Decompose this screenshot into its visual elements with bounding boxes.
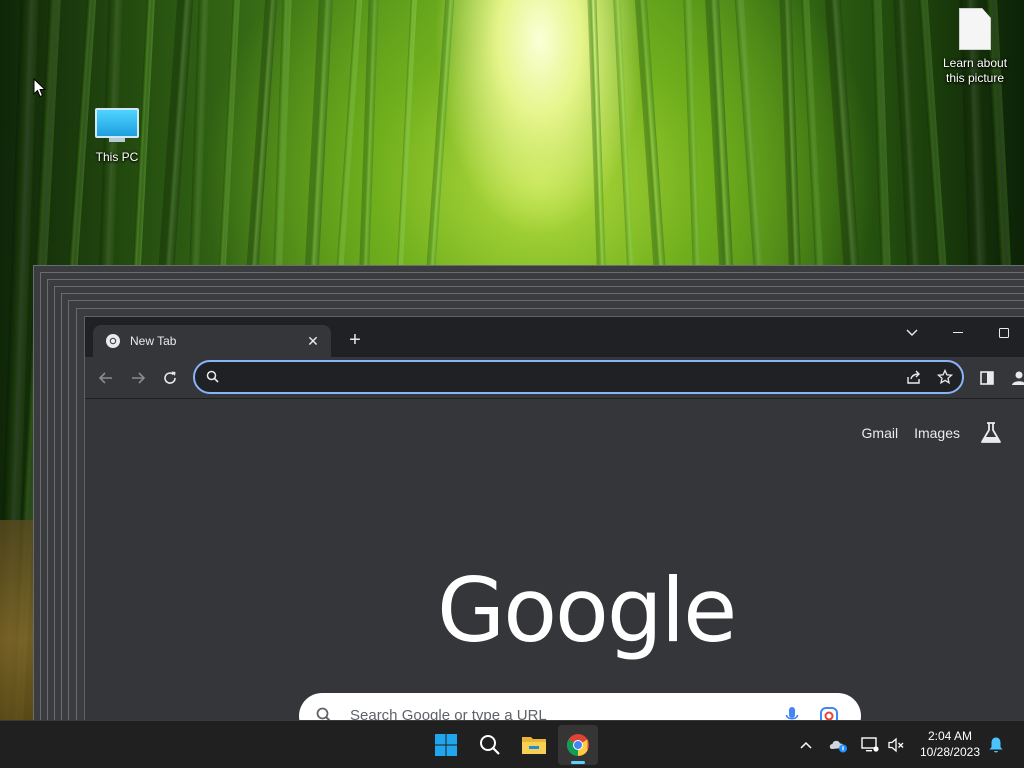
document-icon [959,8,991,50]
chrome-icon [106,334,120,348]
share-icon[interactable] [905,369,923,385]
search-icon [206,370,219,383]
browser-toolbar [85,357,1024,399]
labs-flask-icon[interactable] [980,421,1002,445]
ntp-search-box[interactable]: Search Google or type a URL [299,693,861,720]
chrome-window: New Tab ✕ + Gmail Images Google Search G… [84,316,1024,720]
show-hidden-icons-chevron-up-icon[interactable] [796,735,816,755]
side-panel-button[interactable] [973,365,1001,391]
desktop-icon-label: Learn about this picture [942,56,1008,85]
google-logo: Google [437,559,737,662]
profile-icon [1012,371,1024,385]
microphone-icon[interactable] [785,706,799,720]
back-button[interactable] [92,365,120,391]
active-app-indicator [571,761,585,764]
desktop-icon-this-pc[interactable]: This PC [79,108,155,165]
back-arrow-icon [98,372,112,384]
tab-title: New Tab [130,334,177,348]
taskbar-search-button[interactable] [470,725,510,765]
start-button[interactable] [426,725,466,765]
bookmark-star-icon[interactable] [937,369,953,385]
gmail-link[interactable]: Gmail [862,425,899,441]
google-lens-icon[interactable] [819,706,839,720]
file-explorer-icon [522,737,546,754]
desktop-icon-label: This PC [95,150,139,164]
chrome-taskbar-button[interactable] [558,725,598,765]
search-icon [480,735,500,755]
search-icon [316,707,331,720]
volume-muted-icon[interactable] [886,735,906,755]
notification-bell-icon[interactable] [986,735,1006,755]
maximize-button[interactable] [981,317,1024,349]
address-input[interactable] [229,366,889,388]
profile-button[interactable] [1005,365,1024,391]
taskbar-clock[interactable]: 2:04 AM 10/28/2023 [912,728,988,760]
reload-icon [164,371,176,384]
this-pc-icon [95,108,139,138]
clock-date: 10/28/2023 [919,745,981,759]
clock-time: 2:04 AM [927,729,973,743]
minimize-button[interactable] [935,317,981,349]
ntp-header-links: Gmail Images [846,421,1002,445]
forward-button[interactable] [124,365,152,391]
tab-new-tab[interactable]: New Tab ✕ [93,325,331,357]
side-panel-icon [980,371,994,385]
network-icon[interactable] [860,735,880,755]
new-tab-page: Gmail Images Google Search Google or typ… [85,399,1024,720]
tab-search-chevron-icon[interactable] [889,317,935,349]
taskbar: 2:04 AM 10/28/2023 [0,720,1024,768]
start-icon [435,734,457,756]
forward-arrow-icon [132,372,146,384]
images-link[interactable]: Images [914,425,960,441]
onedrive-icon[interactable] [828,735,848,755]
tab-close-icon[interactable]: ✕ [305,333,321,350]
reload-button[interactable] [156,365,184,391]
ntp-search-placeholder: Search Google or type a URL [350,707,547,720]
mouse-cursor-icon [33,78,47,98]
file-explorer-button[interactable] [514,725,554,765]
chrome-icon [567,734,589,756]
desktop-icon-learn-about-picture[interactable]: Learn about this picture [937,8,1013,86]
address-bar[interactable] [193,360,964,394]
new-tab-button[interactable]: + [343,329,367,353]
tab-strip: New Tab ✕ + [85,317,1024,357]
